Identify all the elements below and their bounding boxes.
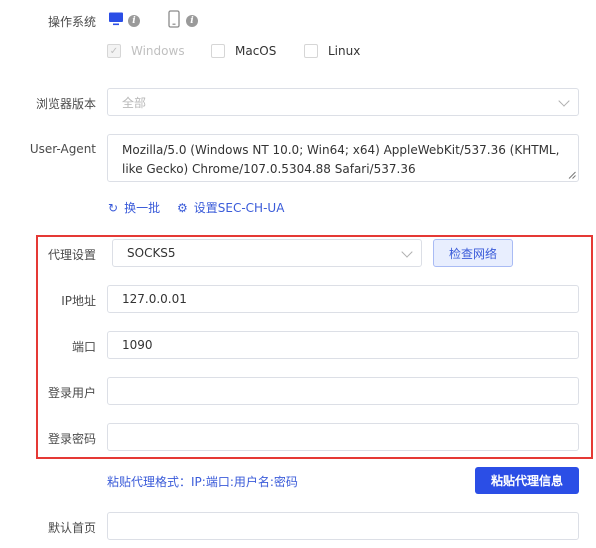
checkbox-icon — [304, 44, 318, 58]
check-network-button[interactable]: 检查网络 — [433, 239, 513, 267]
chevron-down-icon — [401, 246, 413, 258]
os-option-windows[interactable]: ✓ Windows — [107, 44, 185, 58]
login-user-label: 登录用户 — [47, 386, 96, 400]
port-input[interactable]: 1090 — [107, 331, 579, 359]
login-password-label: 登录密码 — [47, 432, 96, 446]
resize-handle-icon[interactable] — [568, 171, 576, 179]
ip-address-input[interactable]: 127.0.0.01 — [107, 285, 579, 313]
os-label: 操作系统 — [47, 15, 96, 29]
port-label: 端口 — [71, 340, 96, 354]
refresh-ua-link[interactable]: ↻ 换一批 — [108, 199, 160, 216]
os-option-macos[interactable]: MacOS — [211, 44, 276, 58]
port-value: 1090 — [122, 338, 153, 352]
info-icon: i — [186, 15, 198, 27]
ip-address-label: IP地址 — [61, 294, 96, 308]
os-option-label: MacOS — [235, 44, 277, 58]
login-password-input[interactable] — [107, 423, 579, 451]
homepage-input[interactable] — [107, 512, 579, 540]
browser-version-value: 全部 — [122, 95, 147, 110]
browser-version-label: 浏览器版本 — [35, 97, 96, 111]
proxy-type-select[interactable]: SOCKS5 — [112, 239, 422, 267]
proxy-type-value: SOCKS5 — [127, 246, 176, 260]
gear-icon: ⚙ — [177, 200, 188, 215]
login-user-input[interactable] — [107, 377, 579, 405]
desktop-os-icon[interactable] — [108, 11, 124, 27]
info-icon: i — [128, 15, 140, 27]
paste-proxy-button[interactable]: 粘贴代理信息 — [475, 467, 579, 494]
set-ch-ua-label: 设置SEC-CH-UA — [193, 201, 285, 215]
homepage-label: 默认首页 — [47, 521, 96, 535]
refresh-icon: ↻ — [108, 200, 119, 215]
paste-proxy-hint: 粘贴代理格式：IP:端口:用户名:密码 — [107, 475, 298, 489]
user-agent-textarea[interactable]: Mozilla/5.0 (Windows NT 10.0; Win64; x64… — [107, 134, 579, 182]
mobile-os-icon[interactable] — [168, 10, 180, 28]
refresh-ua-label: 换一批 — [124, 201, 161, 215]
proxy-settings-label: 代理设置 — [47, 248, 96, 262]
chevron-down-icon — [558, 95, 570, 107]
set-ch-ua-link[interactable]: ⚙ 设置SEC-CH-UA — [177, 199, 284, 216]
user-agent-value: Mozilla/5.0 (Windows NT 10.0; Win64; x64… — [122, 143, 560, 176]
browser-version-select[interactable]: 全部 — [107, 88, 579, 116]
os-option-label: Windows — [131, 44, 185, 58]
checkbox-checked-icon: ✓ — [107, 44, 121, 58]
user-agent-label: User-Agent — [29, 142, 96, 156]
os-option-linux[interactable]: Linux — [304, 44, 360, 58]
ip-address-value: 127.0.0.01 — [122, 292, 187, 306]
checkbox-icon — [211, 44, 225, 58]
os-option-label: Linux — [328, 44, 361, 58]
